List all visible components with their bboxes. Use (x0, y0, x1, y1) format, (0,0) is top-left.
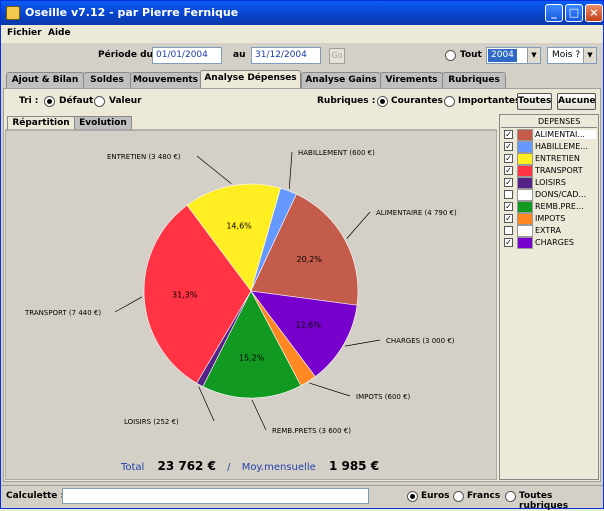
legend-row[interactable]: ✓ ALIMENTAI... (501, 129, 597, 141)
app-window: Oseille v7.12 - par Pierre Fernique _ □ … (0, 0, 604, 511)
legend-row[interactable]: ✓ IMPOTS (501, 213, 597, 225)
minimize-icon[interactable]: _ (545, 4, 563, 22)
toutes-rubriques-radio[interactable] (505, 491, 516, 502)
legend-checkbox[interactable]: ✓ (504, 166, 513, 175)
total-label: Total (120, 462, 145, 473)
slice-label: REMB.PRETS (3 600 €) (272, 427, 351, 435)
legend-row[interactable]: ✓ CHARGES (501, 237, 597, 249)
euros-radio[interactable] (407, 491, 418, 502)
legend-checkbox[interactable]: ✓ (504, 130, 513, 139)
euros-label: Euros (421, 491, 450, 501)
status-bar: Calculette : Euros Francs Toutes rubriqu… (1, 485, 603, 511)
legend-checkbox[interactable]: ✓ (504, 142, 513, 151)
francs-radio[interactable] (453, 491, 464, 502)
legend-row[interactable]: ✓ REMB.PRE... (501, 201, 597, 213)
title-bar[interactable]: Oseille v7.12 - par Pierre Fernique _ □ … (1, 1, 603, 25)
legend-swatch (517, 225, 533, 237)
menu-fichier[interactable]: Fichier (7, 28, 42, 38)
legend-label: TRANSPORT (535, 166, 583, 175)
month-select[interactable]: Mois ? ▼ (547, 47, 597, 64)
legend-label: ALIMENTAI... (535, 130, 596, 139)
legend-row[interactable]: EXTRA (501, 225, 597, 237)
total-value: 23 762 € (157, 459, 216, 473)
slice-label: LOISIRS (252 €) (124, 418, 179, 426)
app-icon (6, 6, 20, 20)
legend-swatch (517, 153, 533, 165)
legend-swatch (517, 237, 533, 249)
legend-checkbox[interactable]: ✓ (504, 202, 513, 211)
legend-checkbox[interactable]: ✓ (504, 238, 513, 247)
legend-label: HABILLEME... (535, 142, 588, 151)
legend-checkbox[interactable]: ✓ (504, 154, 513, 163)
legend-row[interactable]: ✓ LOISIRS (501, 177, 597, 189)
menu-aide[interactable]: Aide (48, 28, 71, 38)
slice-label: IMPOTS (600 €) (356, 393, 411, 401)
maximize-icon[interactable]: □ (565, 4, 583, 22)
legend-swatch (517, 201, 533, 213)
moy-value: 1 985 € (328, 459, 380, 473)
legend-row[interactable]: ✓ ENTRETIEN (501, 153, 597, 165)
legend-row[interactable]: DONS/CAD... (501, 189, 597, 201)
legend-swatch (517, 141, 533, 153)
calculette-label: Calculette : (6, 491, 65, 501)
legend-label: REMB.PRE... (535, 202, 584, 211)
menu-bar: Fichier Aide (1, 25, 603, 43)
legend-checkbox[interactable] (504, 226, 513, 235)
slice-label: ALIMENTAIRE (4 790 €) (376, 209, 457, 217)
legend-row[interactable]: ✓ HABILLEME... (501, 141, 597, 153)
legend-checkbox[interactable] (504, 190, 513, 199)
calculette-input[interactable] (62, 488, 369, 504)
chevron-down-icon[interactable]: ▼ (583, 48, 596, 63)
legend-checkbox[interactable]: ✓ (504, 214, 513, 223)
slice-label: ENTRETIEN (3 480 €) (107, 153, 181, 161)
legend-header-label: DEPENSES (538, 117, 581, 126)
legend-row[interactable]: ✓ TRANSPORT (501, 165, 597, 177)
slice-percent-label: 20,2% (297, 255, 323, 264)
legend-label: ENTRETIEN (535, 154, 580, 163)
slice-label: CHARGES (3 000 €) (386, 337, 455, 345)
legend-swatch (517, 177, 533, 189)
legend-checkbox[interactable]: ✓ (504, 178, 513, 187)
toutes-button[interactable]: Toutes (517, 93, 552, 110)
legend-header: DEPENSES (501, 116, 597, 128)
slice-percent-label: 12,6% (296, 321, 322, 330)
month-value: Mois ? (552, 50, 581, 60)
slice-percent-label: 15,2% (239, 353, 265, 362)
chevron-down-icon[interactable]: ▼ (527, 48, 540, 63)
francs-label: Francs (467, 491, 501, 501)
slice-label: HABILLEMENT (600 €) (298, 149, 375, 157)
slice-percent-label: 31,3% (172, 291, 198, 300)
pie-chart: HABILLEMENT (600 €) 20,2% ALIMENTAIRE (4 7… (5, 129, 497, 480)
slice-percent-label: 14,6% (226, 222, 252, 231)
totals-separator: / (227, 462, 231, 473)
moy-label: Moy.mensuelle (241, 462, 316, 473)
toutes-rubriques-label: Toutes rubriques (519, 491, 569, 511)
legend-label: DONS/CAD... (535, 190, 587, 199)
close-icon[interactable]: × (585, 4, 603, 22)
legend-swatch (517, 165, 533, 177)
legend-panel: DEPENSES ✓ ALIMENTAI... ✓ HABILLEME... ✓ ENTR… (499, 114, 599, 480)
window-title: Oseille v7.12 - par Pierre Fernique (25, 6, 239, 19)
legend-swatch (517, 129, 533, 141)
legend-swatch (517, 189, 533, 201)
legend-label: IMPOTS (535, 214, 566, 223)
aucune-button[interactable]: Aucune (557, 93, 596, 110)
legend-label: CHARGES (535, 238, 574, 247)
totals-line: Total 23 762 € / Moy.mensuelle 1 985 € (1, 459, 499, 475)
legend-label: LOISIRS (535, 178, 566, 187)
legend-swatch (517, 213, 533, 225)
legend-label: EXTRA (535, 226, 561, 235)
slice-label: TRANSPORT (7 440 €) (24, 309, 101, 317)
